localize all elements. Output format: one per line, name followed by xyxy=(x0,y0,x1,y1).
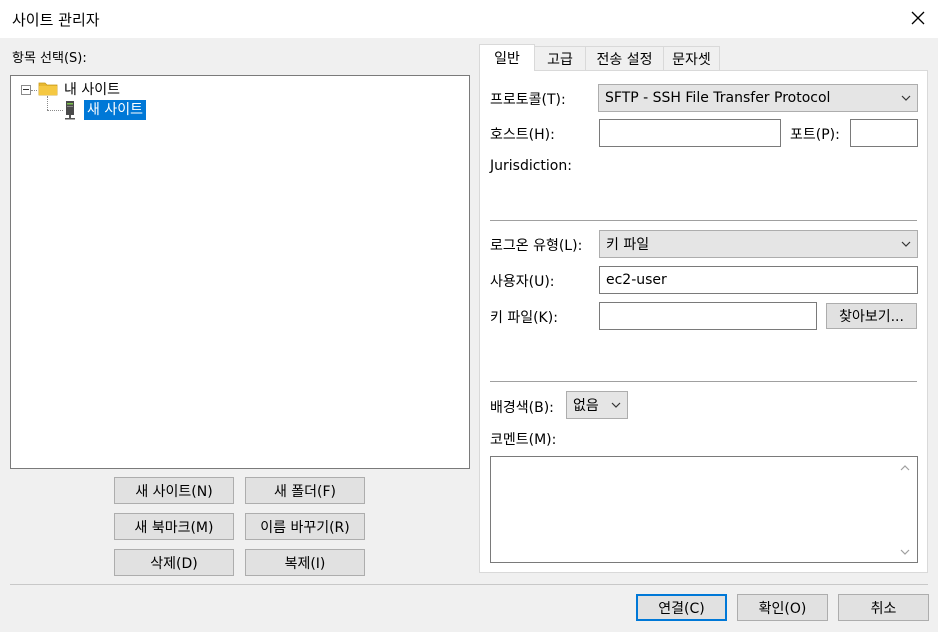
title-bar xyxy=(0,0,938,38)
tree-collapse-toggle[interactable] xyxy=(21,85,31,95)
host-label: 호스트(H): xyxy=(490,127,555,143)
chevron-down-icon xyxy=(611,402,621,408)
chevron-down-icon xyxy=(901,241,911,247)
close-icon xyxy=(911,11,925,25)
new-folder-button[interactable]: 새 폴더(F) xyxy=(245,477,365,504)
user-label: 사용자(U): xyxy=(490,274,555,290)
comment-label: 코멘트(M): xyxy=(490,432,557,448)
new-bookmark-button[interactable]: 새 북마크(M) xyxy=(114,513,234,540)
logon-type-value: 키 파일 xyxy=(606,237,650,253)
tree-item-my-sites[interactable]: 내 사이트 xyxy=(64,79,120,99)
browse-button[interactable]: 찾아보기... xyxy=(826,303,917,329)
rename-button[interactable]: 이름 바꾸기(R) xyxy=(245,513,365,540)
chevron-down-icon xyxy=(901,95,911,101)
window-title: 사이트 관리자 xyxy=(12,11,100,29)
port-input[interactable] xyxy=(850,119,918,147)
close-button[interactable] xyxy=(904,4,932,32)
protocol-select[interactable]: SFTP - SSH File Transfer Protocol xyxy=(598,84,918,112)
keyfile-input[interactable] xyxy=(599,302,817,330)
cancel-button[interactable]: 취소 xyxy=(838,594,929,621)
keyfile-label: 키 파일(K): xyxy=(490,310,558,326)
separator xyxy=(490,381,917,382)
new-site-button[interactable]: 새 사이트(N) xyxy=(114,477,234,504)
comment-textarea[interactable] xyxy=(490,456,918,563)
server-icon xyxy=(65,101,75,120)
tab-transfer-settings[interactable]: 전송 설정 xyxy=(585,46,664,71)
delete-button[interactable]: 삭제(D) xyxy=(114,549,234,576)
bgcolor-value: 없음 xyxy=(573,398,599,414)
duplicate-button[interactable]: 복제(I) xyxy=(245,549,365,576)
tab-general[interactable]: 일반 xyxy=(479,44,535,71)
tree-item-new-site[interactable]: 새 사이트 xyxy=(84,100,146,120)
ok-button[interactable]: 확인(O) xyxy=(737,594,828,621)
tab-charset[interactable]: 문자셋 xyxy=(663,46,720,71)
connect-button[interactable]: 연결(C) xyxy=(636,594,727,621)
bgcolor-label: 배경색(B): xyxy=(490,400,554,416)
bgcolor-select[interactable]: 없음 xyxy=(566,391,628,419)
logon-type-select[interactable]: 키 파일 xyxy=(599,230,918,258)
footer-separator xyxy=(10,584,928,585)
logon-type-label: 로그온 유형(L): xyxy=(490,238,583,254)
scroll-up-icon[interactable] xyxy=(900,465,910,471)
separator xyxy=(490,220,917,221)
user-input[interactable]: ec2-user xyxy=(599,266,918,294)
site-tree[interactable]: 내 사이트 새 사이트 xyxy=(10,75,470,469)
protocol-value: SFTP - SSH File Transfer Protocol xyxy=(605,90,831,106)
host-input[interactable] xyxy=(599,119,781,147)
port-label: 포트(P): xyxy=(790,127,840,143)
items-select-label: 항목 선택(S): xyxy=(12,51,87,66)
scroll-down-icon[interactable] xyxy=(900,549,910,555)
folder-icon xyxy=(38,82,58,96)
jurisdiction-label: Jurisdiction: xyxy=(490,158,572,174)
tab-advanced[interactable]: 고급 xyxy=(534,46,586,71)
protocol-label: 프로토콜(T): xyxy=(490,92,566,108)
